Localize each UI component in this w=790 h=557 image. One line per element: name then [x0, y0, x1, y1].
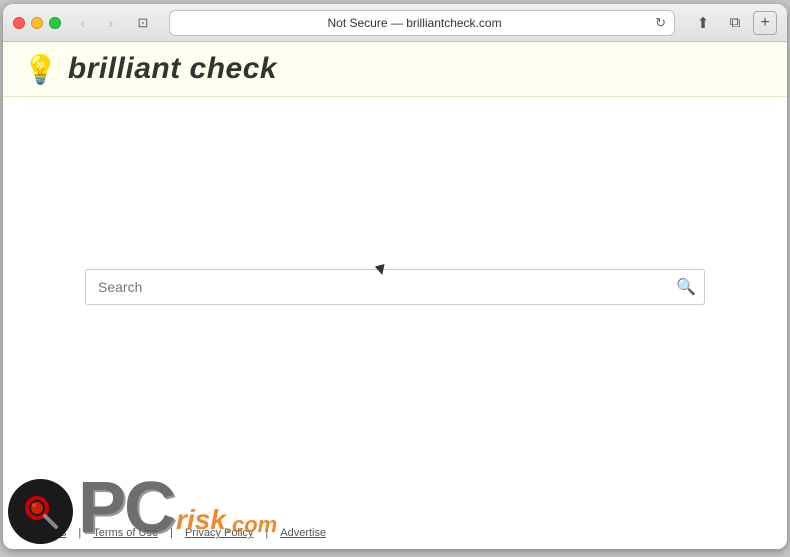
- reload-icon: ↻: [655, 15, 666, 30]
- footer-separator-3: |: [265, 527, 268, 539]
- footer-link-about[interactable]: About us: [23, 527, 66, 539]
- back-button[interactable]: ‹: [71, 11, 95, 35]
- footer-link-terms[interactable]: Terms of Use: [93, 527, 158, 539]
- footer-link-advertise[interactable]: Advertise: [280, 527, 326, 539]
- new-tab-icon: +: [760, 14, 769, 32]
- site-logo-icon: 💡: [23, 53, 58, 86]
- new-tab-button[interactable]: +: [753, 11, 777, 35]
- fullscreen-icon: ⧉: [730, 14, 741, 31]
- forward-icon: ›: [109, 15, 114, 31]
- address-bar[interactable]: Not Secure — brilliantcheck.com ↻: [169, 10, 675, 36]
- main-content: 🔍: [3, 97, 787, 517]
- webpage: 💡 brilliant check 🔍 About us | Terms of …: [3, 42, 787, 549]
- search-button[interactable]: 🔍: [668, 270, 704, 304]
- footer-link-privacy[interactable]: Privacy Policy: [185, 527, 253, 539]
- maximize-button[interactable]: [49, 17, 61, 29]
- share-button[interactable]: ⬆: [689, 10, 717, 36]
- browser-window: ‹ › ⊡ Not Secure — brilliantcheck.com ↻ …: [3, 4, 787, 549]
- fullscreen-button[interactable]: ⧉: [721, 10, 749, 36]
- title-bar: ‹ › ⊡ Not Secure — brilliantcheck.com ↻ …: [3, 4, 787, 42]
- search-icon: 🔍: [676, 277, 696, 297]
- nav-buttons: ‹ ›: [71, 11, 123, 35]
- footer-separator-2: |: [170, 527, 173, 539]
- minimize-button[interactable]: [31, 17, 43, 29]
- site-title: brilliant check: [68, 52, 277, 86]
- back-icon: ‹: [81, 15, 86, 31]
- traffic-lights: [13, 17, 61, 29]
- search-input[interactable]: [86, 271, 668, 303]
- site-header: 💡 brilliant check: [3, 42, 787, 97]
- reader-icon: ⊡: [138, 15, 149, 31]
- reload-button[interactable]: ↻: [655, 15, 666, 31]
- search-container: 🔍: [85, 269, 705, 305]
- footer-separator-1: |: [78, 527, 81, 539]
- reader-view-button[interactable]: ⊡: [131, 11, 155, 35]
- share-icon: ⬆: [697, 14, 710, 32]
- url-text: Not Secure — brilliantcheck.com: [178, 16, 651, 30]
- forward-button[interactable]: ›: [99, 11, 123, 35]
- close-button[interactable]: [13, 17, 25, 29]
- toolbar-right: ⬆ ⧉: [689, 10, 749, 36]
- site-footer: About us | Terms of Use | Privacy Policy…: [3, 517, 787, 549]
